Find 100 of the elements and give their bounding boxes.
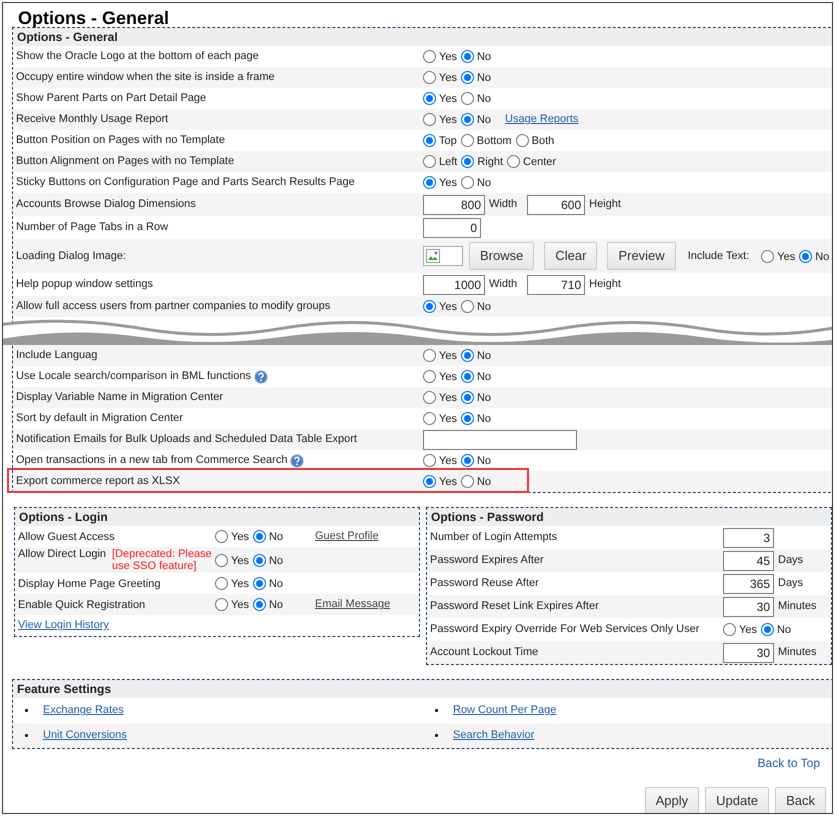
- link[interactable]: Unit Conversions: [43, 727, 127, 744]
- radio-button[interactable]: [507, 155, 520, 168]
- link[interactable]: Exchange Rates: [43, 702, 124, 719]
- radio-button[interactable]: [423, 391, 436, 404]
- radio-button[interactable]: [460, 50, 474, 63]
- number-field[interactable]: 600: [527, 194, 586, 214]
- radio-label: Yes: [439, 113, 457, 128]
- radio-label: No: [476, 391, 492, 406]
- link[interactable]: Search Behavior: [453, 727, 534, 744]
- radio-label: No: [268, 554, 284, 569]
- setting-label: Show Parent Parts on Part Detail Page: [16, 91, 206, 106]
- text-field[interactable]: [423, 430, 577, 450]
- radio-button[interactable]: [252, 554, 266, 566]
- radio-button[interactable]: [423, 475, 436, 488]
- radio-button[interactable]: [516, 134, 529, 147]
- bullet-icon: [25, 709, 28, 712]
- button[interactable]: Preview: [607, 242, 676, 270]
- radio-button[interactable]: [215, 577, 228, 590]
- radio-button[interactable]: [461, 155, 474, 168]
- setting-label: Allow full access users from partner companies to modify groups: [16, 299, 330, 314]
- radio-button[interactable]: [460, 300, 474, 313]
- button[interactable]: Update: [705, 787, 770, 813]
- setting-label: Allow Direct Login: [18, 548, 106, 560]
- setting-label: Number of Login Attempts: [429, 530, 558, 546]
- radio-button[interactable]: [460, 412, 474, 425]
- back-to-top-link[interactable]: Back to Top: [758, 754, 820, 772]
- radio-label: Yes: [739, 623, 757, 638]
- radio-button[interactable]: [460, 391, 474, 404]
- button[interactable]: Apply: [644, 787, 700, 813]
- radio-button[interactable]: [460, 370, 474, 383]
- radio-label: Yes: [439, 391, 457, 406]
- link[interactable]: View Login History: [18, 617, 109, 634]
- link[interactable]: Usage Reports: [505, 111, 578, 128]
- radio-button[interactable]: [423, 176, 436, 189]
- radio-label: No: [776, 623, 792, 638]
- radio-label: No: [476, 176, 492, 192]
- unit-label: Width: [489, 277, 518, 292]
- radio-label: Center: [523, 155, 556, 170]
- setting-label: Account Lockout Time: [429, 645, 540, 660]
- radio-button[interactable]: [460, 71, 474, 84]
- number-field[interactable]: 0: [423, 218, 481, 238]
- number-field[interactable]: 45: [723, 550, 774, 570]
- setting-label: Show the Oracle Logo at the bottom of each page: [16, 49, 259, 64]
- radio-button[interactable]: [215, 554, 228, 566]
- button[interactable]: Back: [775, 787, 826, 813]
- radio-label: Yes: [231, 554, 249, 569]
- setting-label: Receive Monthly Usage Report: [16, 112, 168, 128]
- number-field[interactable]: 30: [723, 596, 774, 616]
- radio-label: Yes: [439, 50, 457, 66]
- unit-label: Height: [589, 277, 621, 292]
- setting-label: Display Variable Name in Migration Center: [16, 390, 224, 406]
- radio-button[interactable]: [423, 300, 436, 313]
- radio-button[interactable]: [423, 412, 436, 425]
- radio-button[interactable]: [799, 250, 812, 262]
- help-icon[interactable]: [290, 454, 304, 468]
- section-header: Options - Login: [15, 508, 419, 526]
- link[interactable]: Guest Profile: [315, 528, 379, 545]
- radio-button[interactable]: [460, 134, 474, 147]
- button[interactable]: Browse: [469, 242, 534, 270]
- bullet-icon: [435, 734, 438, 737]
- bullet-icon: [25, 734, 28, 737]
- link[interactable]: Row Count Per Page: [453, 702, 556, 719]
- radio-button[interactable]: [252, 530, 266, 543]
- radio-button[interactable]: [723, 623, 736, 636]
- number-field[interactable]: 3: [723, 528, 774, 548]
- radio-label: Yes: [777, 250, 796, 265]
- unit-label: Minutes: [778, 645, 817, 660]
- radio-button[interactable]: [423, 349, 436, 362]
- radio-button[interactable]: [460, 349, 474, 362]
- radio-button[interactable]: [423, 454, 436, 467]
- radio-label: Top: [439, 134, 457, 150]
- radio-button[interactable]: [215, 530, 228, 543]
- number-field[interactable]: 710: [527, 274, 586, 294]
- radio-button[interactable]: [423, 71, 436, 84]
- radio-button[interactable]: [760, 623, 774, 636]
- unit-label: Days: [778, 553, 804, 568]
- number-field[interactable]: 800: [423, 194, 485, 214]
- radio-label: Yes: [231, 530, 249, 546]
- radio-button[interactable]: [215, 598, 228, 611]
- radio-button[interactable]: [761, 250, 774, 262]
- radio-button[interactable]: [423, 113, 436, 126]
- link[interactable]: Email Message: [315, 596, 390, 613]
- radio-button[interactable]: [460, 176, 474, 189]
- help-icon[interactable]: [254, 370, 268, 384]
- radio-button[interactable]: [460, 113, 474, 126]
- radio-button[interactable]: [460, 92, 474, 105]
- radio-button[interactable]: [460, 454, 474, 467]
- number-field[interactable]: 30: [723, 642, 774, 662]
- radio-button[interactable]: [423, 50, 436, 63]
- number-field[interactable]: 1000: [423, 274, 485, 294]
- number-field[interactable]: 365: [723, 574, 774, 594]
- radio-button[interactable]: [252, 577, 266, 590]
- button[interactable]: Clear: [544, 242, 598, 270]
- radio-button[interactable]: [460, 475, 474, 488]
- radio-button[interactable]: [423, 155, 436, 168]
- radio-button[interactable]: [423, 134, 436, 147]
- radio-button[interactable]: [423, 370, 436, 383]
- radio-button[interactable]: [423, 92, 436, 105]
- radio-button[interactable]: [252, 598, 266, 611]
- radio-label: No: [476, 71, 492, 86]
